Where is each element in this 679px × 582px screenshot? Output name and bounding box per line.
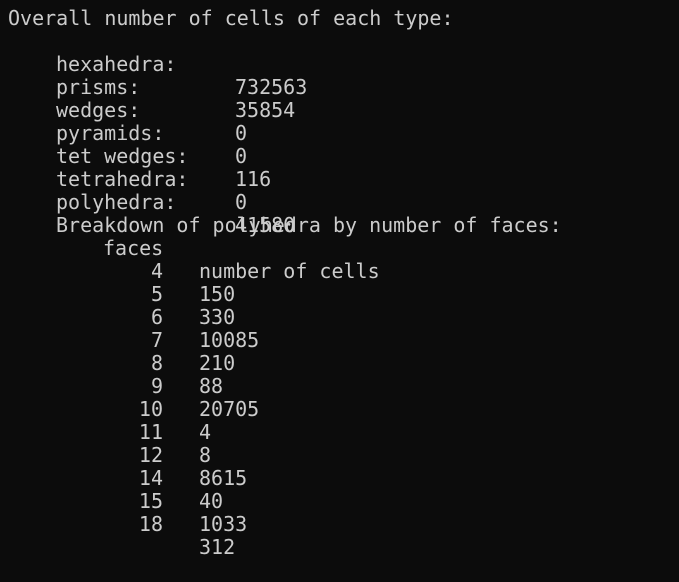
breakdown-row: 9 20705 bbox=[8, 352, 259, 421]
breakdown-row: 4 150 bbox=[8, 237, 235, 306]
breakdown-heading-text: Breakdown of polyhedra by number of face… bbox=[56, 213, 562, 237]
breakdown-row: 14 40 bbox=[8, 444, 223, 513]
cell-type-label: hexahedra: bbox=[56, 52, 177, 76]
breakdown-row: 12 8615 bbox=[8, 421, 247, 490]
breakdown-row: 6 10085 bbox=[8, 283, 259, 352]
faces-value: 12 bbox=[138, 443, 163, 467]
cells-value: 4 bbox=[199, 420, 212, 444]
faces-value: 11 bbox=[138, 420, 163, 444]
faces-value: 15 bbox=[138, 489, 163, 513]
cell-type-row: wedges: 0 bbox=[8, 76, 247, 145]
cell-type-label: tetrahedra: bbox=[56, 167, 189, 191]
cell-type-value: 35854 bbox=[235, 98, 296, 122]
breakdown-row: 11 8 bbox=[8, 398, 211, 467]
cells-value: 20705 bbox=[199, 397, 260, 421]
cell-type-row: tet wedges: 116 bbox=[8, 122, 271, 191]
cells-value: 88 bbox=[199, 374, 224, 398]
faces-value: 5 bbox=[150, 282, 163, 306]
cells-value: 210 bbox=[199, 351, 236, 375]
faces-value: 14 bbox=[138, 466, 163, 490]
cells-value: 10085 bbox=[199, 328, 260, 352]
cell-type-value: 0 bbox=[235, 144, 248, 168]
breakdown-row: 18 312 bbox=[8, 490, 235, 559]
cells-value: 8 bbox=[199, 443, 212, 467]
cell-type-row: hexahedra: 732563 bbox=[8, 30, 307, 99]
cell-type-value: 0 bbox=[235, 190, 248, 214]
faces-value: 6 bbox=[150, 305, 163, 329]
cell-type-row: polyhedra: 41580 bbox=[8, 168, 295, 237]
cells-column-header: number of cells bbox=[199, 259, 380, 283]
cell-type-value: 732563 bbox=[235, 75, 308, 99]
cells-value: 312 bbox=[199, 535, 236, 559]
cells-value: 330 bbox=[199, 305, 236, 329]
faces-value: 10 bbox=[138, 397, 163, 421]
breakdown-row: 10 4 bbox=[8, 375, 211, 444]
terminal-output[interactable]: Overall number of cells of each type: he… bbox=[0, 0, 679, 559]
faces-value: 7 bbox=[150, 328, 163, 352]
overall-heading: Overall number of cells of each type: bbox=[8, 6, 454, 30]
faces-column-header: faces bbox=[103, 236, 164, 260]
cells-value: 1033 bbox=[199, 512, 248, 536]
breakdown-row: 8 88 bbox=[8, 329, 223, 398]
cell-type-value: 116 bbox=[235, 167, 272, 191]
cell-type-label: prisms: bbox=[56, 75, 141, 99]
cell-type-row: prisms: 35854 bbox=[8, 53, 295, 122]
breakdown-row: 15 1033 bbox=[8, 467, 247, 536]
faces-value: 9 bbox=[150, 374, 163, 398]
cell-type-value: 0 bbox=[235, 121, 248, 145]
faces-value: 18 bbox=[138, 512, 163, 536]
cell-type-label: polyhedra: bbox=[56, 190, 177, 214]
faces-value: 8 bbox=[150, 351, 163, 375]
cells-value: 150 bbox=[199, 282, 236, 306]
cell-type-label: pyramids: bbox=[56, 121, 165, 145]
cell-type-row: tetrahedra: 0 bbox=[8, 145, 247, 214]
breakdown-column-headers: faces number of cells bbox=[8, 214, 380, 283]
breakdown-row: 7 210 bbox=[8, 306, 235, 375]
cells-value: 40 bbox=[199, 489, 224, 513]
breakdown-heading: Breakdown of polyhedra by number of face… bbox=[8, 191, 562, 237]
cell-type-label: wedges: bbox=[56, 98, 141, 122]
faces-value: 4 bbox=[150, 259, 163, 283]
cell-type-label: tet wedges: bbox=[56, 144, 189, 168]
cells-value: 8615 bbox=[199, 466, 248, 490]
cell-type-row: pyramids: 0 bbox=[8, 99, 247, 168]
breakdown-row: 5 330 bbox=[8, 260, 235, 329]
